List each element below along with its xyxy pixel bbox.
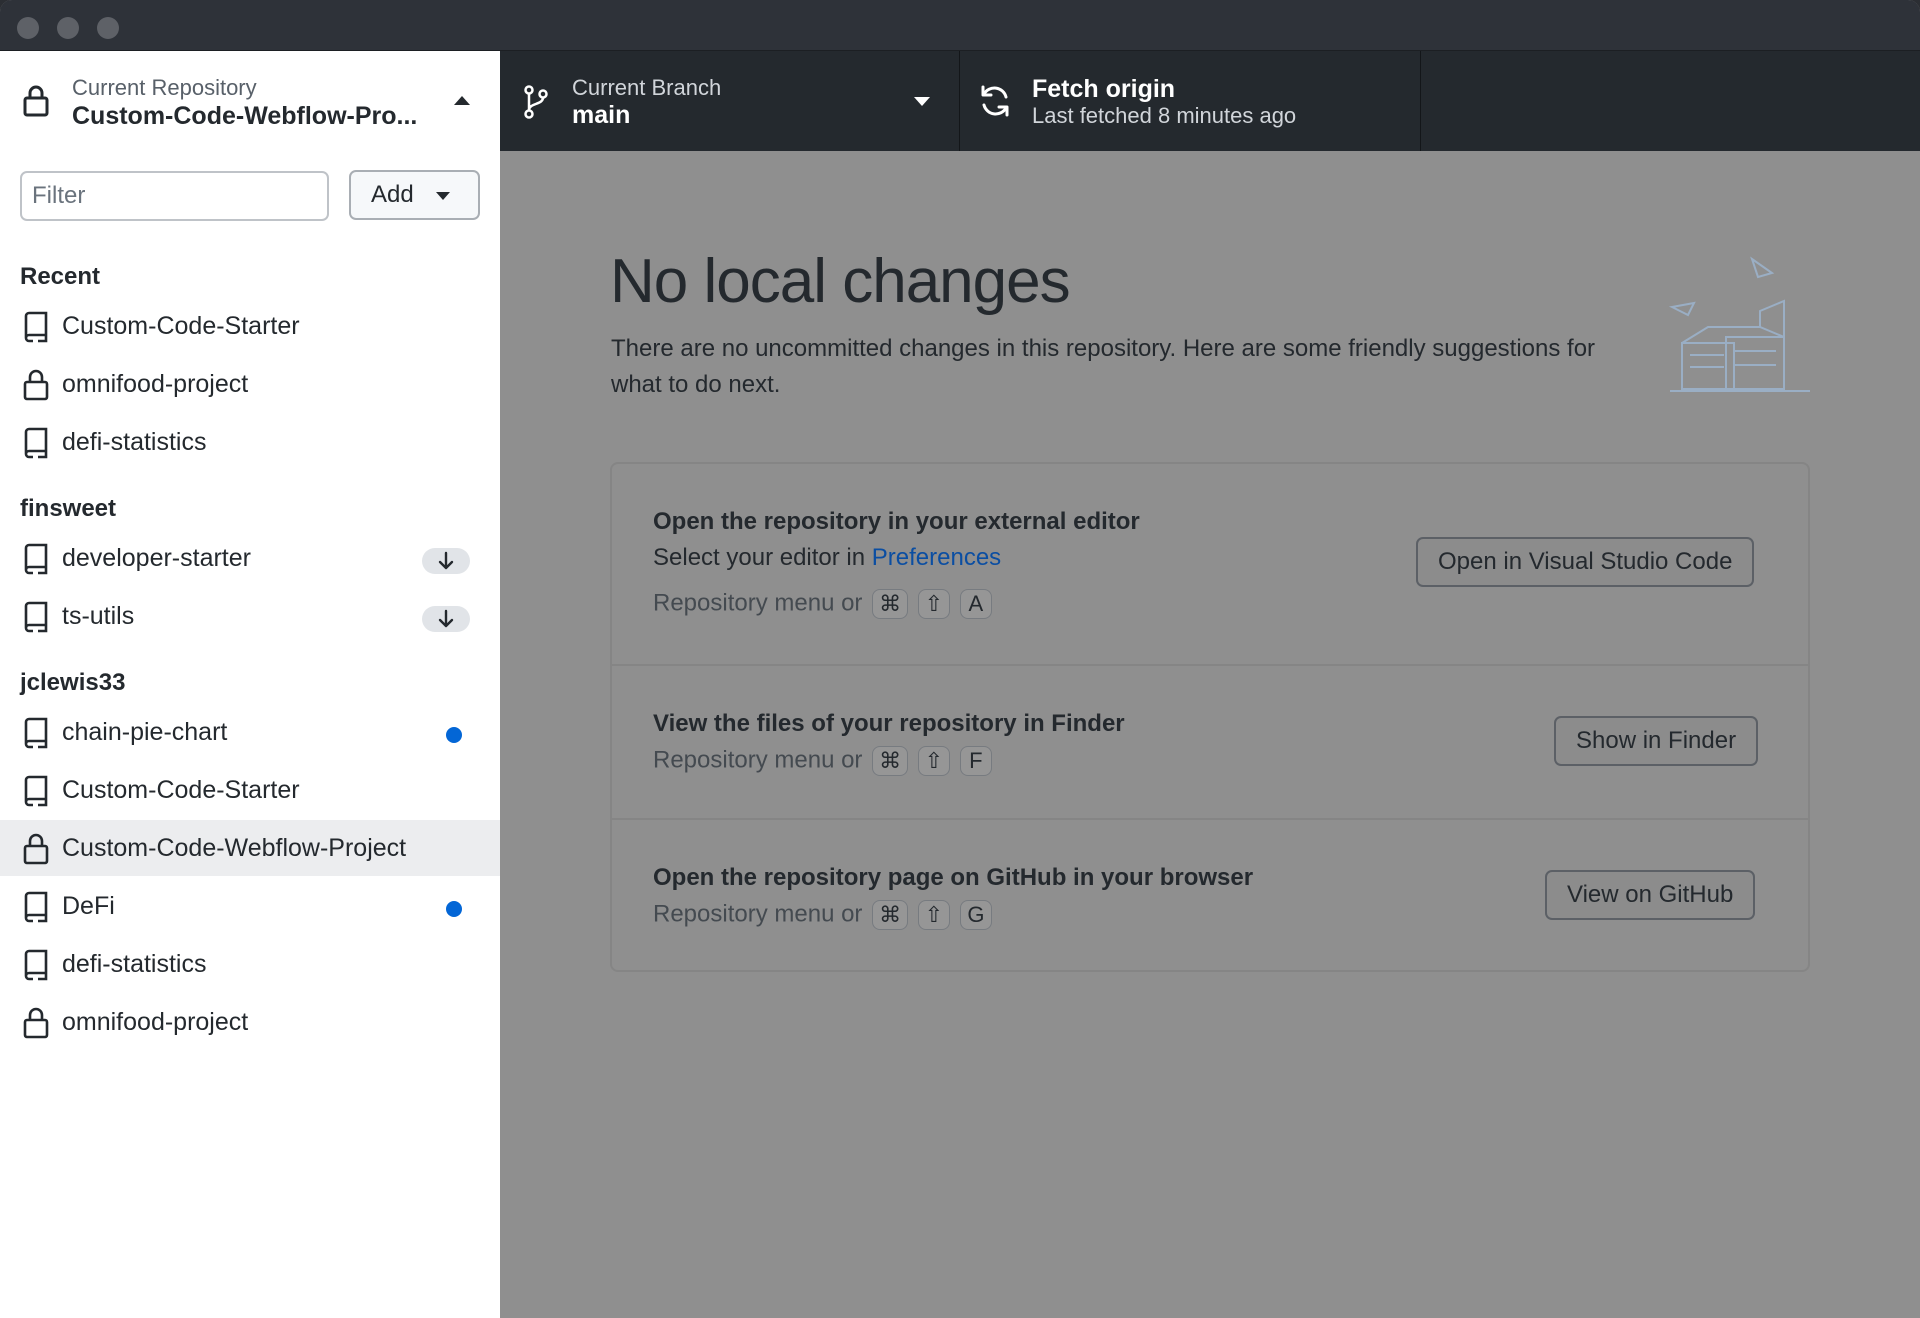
page-title: No local changes: [610, 247, 1071, 316]
repo-icon: [24, 311, 48, 343]
group-title-jclewis33: jclewis33: [20, 669, 126, 696]
repo-item-label: Custom-Code-Starter: [62, 776, 300, 804]
open-in-vscode-button[interactable]: Open in Visual Studio Code: [1416, 537, 1755, 587]
suggestion-subtitle-text: Select your editor in: [653, 544, 872, 571]
group-title-recent: Recent: [20, 263, 101, 290]
zoom-window-button[interactable]: [97, 17, 119, 39]
current-branch-label: Current Branch: [572, 75, 722, 100]
repo-item-label: defi-statistics: [62, 950, 207, 978]
shortcut-prefix: Repository menu or: [653, 589, 863, 617]
repo-item-label: omnifood-project: [62, 370, 249, 398]
shift-key-icon: ⇧: [917, 589, 951, 619]
repo-item-developer-starter[interactable]: developer-starter: [0, 530, 500, 586]
suggestions-panel: Open the repository in your external edi…: [610, 462, 1810, 972]
repo-item-custom-code-webflow-project[interactable]: Custom-Code-Webflow-Project: [0, 820, 500, 876]
keyboard-shortcut: Repository menu or ⌘ ⇧ F: [653, 746, 992, 776]
repo-item-custom-code-starter[interactable]: Custom-Code-Starter: [0, 762, 500, 818]
repo-item-label: ts-utils: [62, 602, 135, 630]
current-repository-dropdown[interactable]: Current Repository Custom-Code-Webflow-P…: [0, 51, 500, 151]
page-description: There are no uncommitted changes in this…: [611, 335, 1596, 398]
last-fetched-text: Last fetched 8 minutes ago: [1032, 103, 1297, 128]
repo-item-omnifood-project[interactable]: omnifood-project: [0, 994, 500, 1050]
repo-item-chain-pie-chart[interactable]: chain-pie-chart: [0, 704, 500, 760]
view-on-github-button[interactable]: View on GitHub: [1545, 870, 1756, 920]
suggestion-view-on-github: Open the repository page on GitHub in yo…: [612, 818, 1808, 970]
branch-icon: [524, 85, 548, 119]
repo-item-label: omnifood-project: [62, 1008, 249, 1036]
suggestion-title: Open the repository page on GitHub in yo…: [653, 864, 1254, 891]
repo-item-custom-code-starter[interactable]: Custom-Code-Starter: [0, 298, 500, 354]
lock-icon: [23, 833, 49, 865]
fetch-origin-button[interactable]: Fetch origin Last fetched 8 minutes ago: [961, 51, 1421, 151]
suggestion-open-editor: Open the repository in your external edi…: [612, 464, 1808, 664]
repository-list-sidebar: Add Recent Custom-Code-Starter omnifood-…: [0, 151, 500, 1318]
empty-state-illustration: [1668, 256, 1810, 392]
shortcut-prefix: Repository menu or: [653, 746, 863, 774]
repo-icon: [24, 775, 48, 807]
repo-icon: [24, 717, 48, 749]
sync-icon: [981, 85, 1009, 117]
repo-item-label: Custom-Code-Starter: [62, 312, 300, 340]
repo-icon: [24, 427, 48, 459]
command-key-icon: ⌘: [872, 900, 909, 930]
shortcut-prefix: Repository menu or: [653, 900, 863, 928]
command-key-icon: ⌘: [872, 589, 909, 619]
add-button[interactable]: Add: [349, 170, 480, 220]
shift-key-icon: ⇧: [917, 746, 951, 776]
close-window-button[interactable]: [17, 17, 39, 39]
caret-up-icon: [454, 96, 470, 105]
repo-item-omnifood-project[interactable]: omnifood-project: [0, 356, 500, 412]
suggestion-title: Open the repository in your external edi…: [653, 508, 1140, 535]
current-branch-name: main: [572, 101, 631, 129]
arrow-down-icon: [438, 609, 454, 628]
caret-down-icon: [436, 192, 450, 200]
repo-item-label: defi-statistics: [62, 428, 207, 456]
repo-icon: [24, 949, 48, 981]
repo-icon: [24, 543, 48, 575]
current-repository-label: Current Repository: [72, 75, 257, 100]
letter-key: A: [959, 589, 992, 619]
minimize-window-button[interactable]: [57, 17, 79, 39]
repo-item-ts-utils[interactable]: ts-utils: [0, 588, 500, 644]
pull-arrow-badge: [422, 548, 470, 574]
toolbar: Current Repository Custom-Code-Webflow-P…: [0, 51, 1920, 151]
title-bar: [0, 0, 1920, 51]
group-title-finsweet: finsweet: [20, 495, 117, 522]
repo-icon: [24, 891, 48, 923]
command-key-icon: ⌘: [872, 746, 909, 776]
caret-down-icon: [914, 97, 930, 106]
repo-item-label: chain-pie-chart: [62, 718, 228, 746]
current-branch-dropdown[interactable]: Current Branch main: [500, 51, 960, 151]
preferences-link[interactable]: Preferences: [872, 544, 1001, 571]
changes-dot-indicator: [446, 727, 462, 743]
changes-dot-indicator: [446, 901, 462, 917]
current-repository-name: Custom-Code-Webflow-Pro...: [72, 102, 418, 130]
lock-icon: [23, 369, 49, 401]
fetch-origin-title: Fetch origin: [1032, 75, 1176, 103]
arrow-down-icon: [438, 551, 454, 570]
repo-item-label: developer-starter: [62, 544, 251, 572]
repo-item-label: Custom-Code-Webflow-Project: [62, 834, 407, 862]
repo-item-defi[interactable]: DeFi: [0, 878, 500, 934]
lock-icon: [23, 1007, 49, 1039]
repo-item-label: DeFi: [62, 892, 115, 920]
repo-icon: [24, 601, 48, 633]
suggestion-title: View the files of your repository in Fin…: [653, 710, 1125, 737]
repo-item-defi-statistics[interactable]: defi-statistics: [0, 414, 500, 470]
letter-key: F: [959, 746, 992, 776]
filter-input[interactable]: [20, 171, 329, 221]
main-content: No local changes There are no uncommitte…: [500, 151, 1920, 1318]
keyboard-shortcut: Repository menu or ⌘ ⇧ A: [653, 589, 992, 619]
lock-icon: [23, 85, 49, 117]
pull-arrow-badge: [422, 606, 470, 632]
app-window: Current Repository Custom-Code-Webflow-P…: [0, 0, 1920, 1318]
add-button-label: Add: [371, 181, 414, 208]
letter-key: G: [959, 900, 992, 930]
suggestion-show-in-finder: View the files of your repository in Fin…: [612, 664, 1808, 818]
shift-key-icon: ⇧: [917, 900, 951, 930]
repo-item-defi-statistics[interactable]: defi-statistics: [0, 936, 500, 992]
show-in-finder-button[interactable]: Show in Finder: [1554, 716, 1759, 766]
keyboard-shortcut: Repository menu or ⌘ ⇧ G: [653, 900, 992, 930]
suggestion-subtitle: Select your editor in Preferences: [653, 544, 1001, 572]
